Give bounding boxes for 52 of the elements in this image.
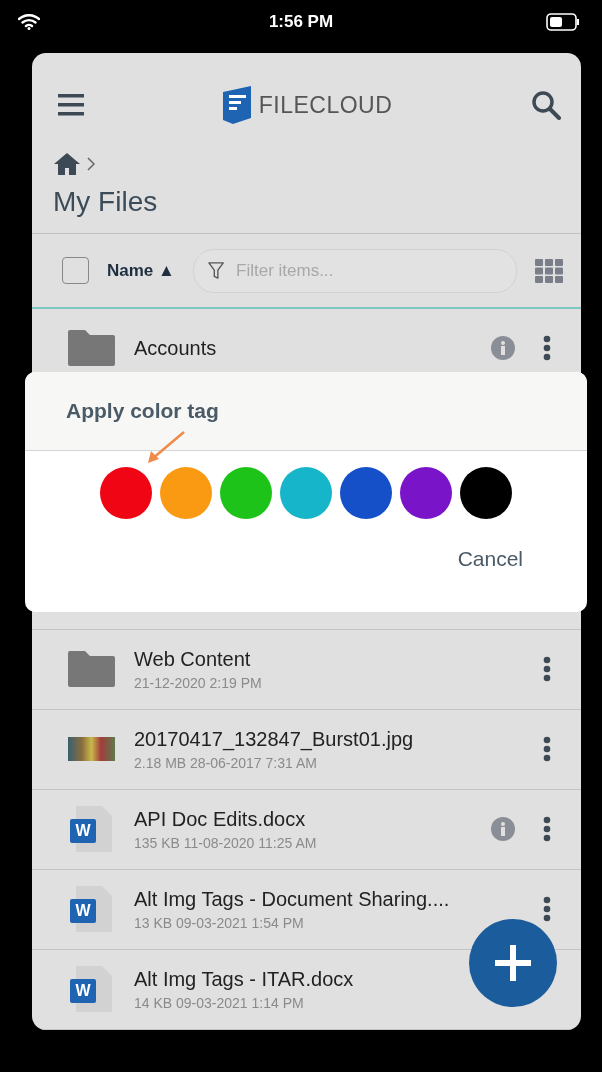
file-meta: 21-12-2020 2:19 PM [134, 675, 263, 691]
annotation-arrow [146, 430, 186, 464]
plus-icon [495, 945, 531, 981]
color-swatch[interactable] [400, 467, 452, 519]
sort-by-name-button[interactable]: Name ▲ [107, 260, 175, 281]
file-meta: 14 KB 09-03-2021 1:14 PM [134, 995, 305, 1011]
more-options-button[interactable] [543, 816, 551, 843]
photo-thumbnail [68, 737, 115, 762]
page-title: My Files [52, 184, 159, 219]
logo-icon [222, 86, 251, 125]
file-name: Alt Img Tags - Document Sharing.... [134, 888, 451, 911]
file-meta: 13 KB 09-03-2021 1:54 PM [134, 915, 305, 931]
file-name: 20170417_132847_Burst01.jpg [134, 728, 415, 751]
wifi-icon [18, 13, 40, 30]
file-name: Web Content [134, 648, 252, 671]
file-row[interactable]: 20170417_132847_Burst01.jpg 2.18 MB 28-06-2017 7:31 AM [32, 710, 581, 790]
cancel-button[interactable]: Cancel [457, 547, 523, 571]
file-name: API Doc Edits.docx [134, 808, 307, 831]
more-options-button[interactable] [543, 896, 551, 923]
file-meta: 135 KB 11-08-2020 11:25 AM [134, 835, 318, 851]
word-badge: W [70, 979, 96, 1004]
color-swatch[interactable] [160, 467, 212, 519]
word-badge: W [70, 819, 96, 844]
folder-icon [68, 330, 115, 367]
filter-input[interactable]: Filter items... [234, 259, 502, 282]
word-badge: W [70, 899, 96, 924]
status-time: 1:56 PM [268, 11, 334, 32]
filter-field[interactable]: Filter items... [192, 248, 517, 293]
battery-icon [546, 12, 580, 31]
file-name: Alt Img Tags - ITAR.docx [134, 968, 355, 991]
file-name: Accounts [134, 337, 218, 360]
color-swatch[interactable] [100, 467, 152, 519]
dialog-title: Apply color tag [25, 372, 587, 451]
chevron-right-icon [87, 156, 95, 171]
color-swatch[interactable] [280, 467, 332, 519]
grid-view-button[interactable] [535, 258, 563, 283]
more-options-button[interactable] [543, 335, 551, 362]
menu-button[interactable] [58, 94, 84, 117]
file-meta: 2.18 MB 28-06-2017 7:31 AM [134, 755, 318, 771]
home-button[interactable] [53, 151, 81, 176]
search-button[interactable] [531, 90, 561, 121]
color-swatch[interactable] [340, 467, 392, 519]
file-row[interactable]: Web Content 21-12-2020 2:19 PM [32, 630, 581, 710]
select-all-checkbox[interactable] [62, 257, 89, 284]
filter-icon [207, 260, 225, 281]
file-row[interactable]: W API Doc Edits.docx 135 KB 11-08-2020 11:25 AM [32, 790, 581, 870]
color-swatch[interactable] [460, 467, 512, 519]
folder-icon [68, 651, 115, 688]
more-options-button[interactable] [543, 656, 551, 683]
more-options-button[interactable] [543, 736, 551, 763]
logo-text: FILECLOUD [258, 91, 393, 119]
color-swatch[interactable] [220, 467, 272, 519]
